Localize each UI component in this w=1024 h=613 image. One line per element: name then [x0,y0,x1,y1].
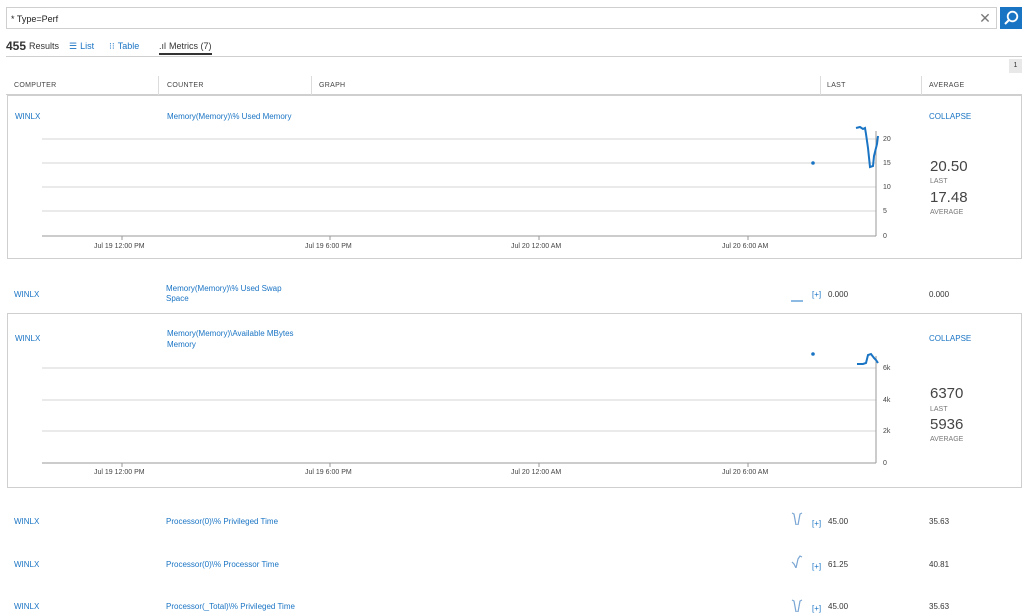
expand-button[interactable]: [+] [812,562,821,572]
tab-metrics-label: Metrics (7) [169,41,212,51]
x-ticks [121,236,749,240]
table-row[interactable]: WINLX Memory(Memory)\% Used Swap Space [… [6,259,1022,313]
table-icon: ⁝⁝ [109,41,115,51]
column-header-computer[interactable]: COMPUTER [8,76,56,95]
gridlines [42,356,877,464]
x-tick-label: Jul 20 12:00 AM [511,469,561,476]
average-value: 5936 [930,416,964,433]
last-value: 61.25 [828,560,849,569]
computer-link[interactable]: WINLX [14,560,39,570]
data-point [811,161,815,165]
column-divider [921,76,922,95]
table-header: COMPUTER COUNTER GRAPH LAST AVERAGE [6,76,1022,95]
last-value: 20.50 [930,158,968,175]
table-row-expanded: WINLX Memory(Memory)\Available MBytes Me… [7,313,1022,488]
x-tick-label: Jul 20 12:00 AM [511,243,561,250]
list-icon: ☰ [69,41,78,51]
last-label: LAST [930,406,948,413]
counter-link-line2[interactable]: Space [166,294,189,304]
y-tick-label: 6k [883,365,891,372]
table-row-expanded: WINLX Memory(Memory)\% Used Memory COLLA… [7,95,1022,259]
data-point [811,352,815,356]
x-tick-label: Jul 19 12:00 PM [94,243,145,250]
gridlines [42,131,877,237]
metric-chart: 6k 4k 2k 0 Jul 19 12:00 PM Jul 19 6:00 P… [42,352,891,476]
counter-link[interactable]: Processor(_Total)\% Privileged Time [166,602,295,612]
metrics-grid: COMPUTER COUNTER GRAPH LAST AVERAGE WINL… [6,56,1022,613]
x-tick-label: Jul 19 12:00 PM [94,469,145,476]
y-tick-label: 2k [883,428,891,435]
search-button[interactable] [1000,7,1022,29]
last-value: 6370 [930,385,964,402]
sparkline [791,599,803,612]
average-value: 35.63 [929,517,950,526]
computer-link[interactable]: WINLX [14,602,39,612]
column-header-last[interactable]: LAST [821,76,846,95]
metric-chart: 20 15 10 5 0 Jul 19 12:00 PM Jul 19 6:00… [42,125,891,250]
column-divider [311,76,312,95]
tab-list-label: List [80,41,95,51]
average-label: AVERAGE [930,209,964,216]
average-value: 17.48 [930,189,968,206]
computer-link[interactable]: WINLX [14,517,39,526]
column-header-graph[interactable]: GRAPH [313,76,345,95]
collapse-button[interactable]: COLLAPSE [929,112,971,122]
x-tick-label: Jul 20 6:00 AM [722,469,768,476]
sparkline [791,300,803,302]
counter-link[interactable]: Processor(0)\% Processor Time [166,560,279,570]
x-tick-label: Jul 19 6:00 PM [305,243,352,250]
search-icon [1004,10,1019,25]
page-indicator[interactable]: 1 [1009,59,1022,73]
last-value: 0.000 [828,290,849,299]
x-ticks [121,463,749,467]
sparkline [791,555,803,568]
average-value: 0.000 [929,290,950,299]
counter-link[interactable]: Processor(0)\% Privileged Time [166,517,278,527]
computer-link[interactable]: WINLX [14,290,39,300]
search-box[interactable]: ✕ [6,7,997,29]
column-divider [158,76,159,95]
sparkline [791,512,803,525]
y-tick-label: 15 [883,160,891,167]
average-label: AVERAGE [930,436,964,443]
average-value: 35.63 [929,602,950,611]
results-label: Results [29,41,60,51]
last-label: LAST [930,178,948,185]
tab-table-label: Table [117,41,140,51]
y-tick-label: 10 [883,184,891,191]
column-header-counter[interactable]: COUNTER [161,76,204,95]
y-tick-label: 0 [883,460,887,467]
series-line [855,125,879,169]
results-count: 455 [6,39,27,53]
average-value: 40.81 [929,560,950,569]
last-value: 45.00 [828,517,849,526]
series-line [857,352,879,365]
tab-table[interactable]: ⁝⁝ Table [109,41,139,52]
metrics-icon: .ıl [159,41,167,51]
tab-metrics[interactable]: .ıl Metrics (7) [159,41,212,55]
table-row[interactable]: WINLX Processor(0)\% Privileged Time [+]… [6,488,1022,532]
y-tick-label: 5 [883,208,887,215]
table-row[interactable]: WINLX Processor(_Total)\% Privileged Tim… [6,576,1022,613]
y-tick-label: 4k [883,397,891,404]
y-tick-label: 0 [883,233,887,240]
tab-list[interactable]: ☰ List [69,41,94,52]
expand-button[interactable]: [+] [812,290,821,300]
results-bar: 455 Results ☰ List ⁝⁝ Table .ıl Metrics (7) [6,38,1022,56]
collapse-button[interactable]: COLLAPSE [929,334,971,344]
search-input[interactable] [11,11,971,26]
expand-button[interactable]: [+] [812,604,821,613]
x-tick-label: Jul 20 6:00 AM [722,243,768,250]
x-tick-label: Jul 19 6:00 PM [305,469,352,476]
column-header-average[interactable]: AVERAGE [923,76,964,95]
expand-button[interactable]: [+] [812,519,821,529]
close-icon[interactable]: ✕ [978,10,992,26]
counter-link[interactable]: Memory(Memory)\% Used Swap [166,284,282,294]
last-value: 45.00 [828,602,849,611]
y-tick-label: 20 [883,136,891,143]
table-row[interactable]: WINLX Processor(0)\% Processor Time [+] … [6,532,1022,576]
